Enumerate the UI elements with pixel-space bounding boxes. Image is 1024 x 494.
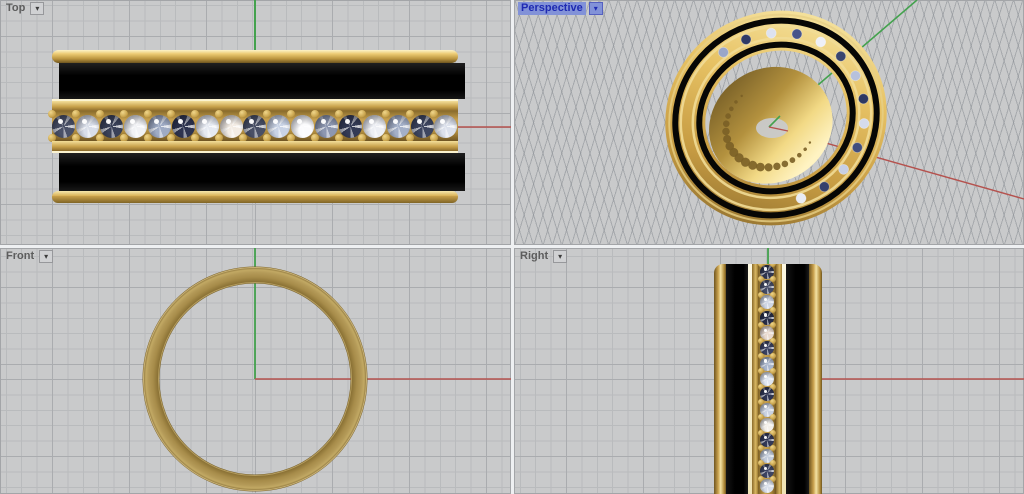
- viewport-menu-dropdown[interactable]: ▾: [39, 250, 53, 263]
- gold-bead: [287, 110, 295, 118]
- cad-four-viewport-window: Top ▾: [0, 0, 1024, 494]
- chevron-down-icon: ▾: [558, 250, 562, 263]
- black-enamel-band: [726, 264, 748, 494]
- gold-bead: [263, 110, 271, 118]
- diamond-row: [52, 111, 458, 141]
- diamond-gem: [315, 115, 338, 138]
- viewport-title-label[interactable]: Right: [518, 250, 550, 263]
- gold-rim-band: [52, 191, 458, 203]
- viewport-menu-dropdown[interactable]: ▾: [30, 2, 44, 15]
- perspective-scene: [514, 0, 1024, 245]
- diamond-gem: [411, 115, 434, 138]
- diamond-gem: [434, 115, 457, 138]
- diamond-gem: [291, 115, 314, 138]
- diamond-column: [758, 264, 776, 494]
- gold-bead: [215, 110, 223, 118]
- black-enamel-band: [59, 63, 465, 99]
- diamond-gem: [387, 115, 410, 138]
- chevron-down-icon: ▾: [35, 2, 39, 15]
- gold-bead: [72, 110, 80, 118]
- gold-bead: [120, 110, 128, 118]
- diamond-gem: [76, 115, 99, 138]
- gold-bead: [406, 110, 414, 118]
- viewport-menu-dropdown[interactable]: ▾: [553, 250, 567, 263]
- viewport-top[interactable]: Top ▾: [0, 0, 511, 245]
- viewport-front[interactable]: Front ▾: [0, 248, 511, 494]
- viewport-title-label[interactable]: Top: [4, 2, 27, 15]
- black-enamel-band: [59, 153, 465, 191]
- diamond-gem: [196, 115, 219, 138]
- gold-rim-band: [714, 264, 726, 494]
- diamond-gem: [52, 115, 75, 138]
- viewport-title-right[interactable]: Right ▾: [518, 250, 567, 263]
- viewport-menu-dropdown[interactable]: ▾: [589, 2, 603, 15]
- gold-rim-band: [809, 264, 822, 494]
- gold-band: [52, 101, 458, 111]
- gold-bead: [430, 110, 438, 118]
- diamond-gem: [124, 115, 147, 138]
- gold-bead: [358, 110, 366, 118]
- gold-rim-band: [52, 50, 458, 63]
- diamond-gem: [220, 115, 243, 138]
- ring-top-view: [52, 50, 458, 203]
- viewport-title-label[interactable]: Perspective: [518, 2, 586, 15]
- gold-bead: [239, 110, 247, 118]
- gold-bead: [48, 110, 56, 118]
- front-view-scene: [0, 248, 511, 494]
- viewport-title-front[interactable]: Front ▾: [4, 250, 53, 263]
- viewport-title-top[interactable]: Top ▾: [4, 2, 44, 15]
- diamond-gem: [243, 115, 266, 138]
- gold-bead: [335, 110, 343, 118]
- diamond-gem: [100, 115, 123, 138]
- viewport-perspective[interactable]: Perspective ▾: [514, 0, 1024, 245]
- gold-bead: [191, 110, 199, 118]
- chevron-down-icon: ▾: [44, 250, 48, 263]
- gold-band: [52, 141, 458, 151]
- diamond-gem: [760, 479, 774, 493]
- ring-right-view: [714, 264, 822, 494]
- gold-bead: [144, 110, 152, 118]
- gold-bead: [167, 110, 175, 118]
- gold-bead: [96, 110, 104, 118]
- stone-cell: [434, 111, 458, 141]
- diamond-gem: [267, 115, 290, 138]
- gold-bead: [311, 110, 319, 118]
- gold-bead: [382, 110, 390, 118]
- viewport-title-label[interactable]: Front: [4, 250, 36, 263]
- black-enamel-band: [786, 264, 809, 494]
- viewport-right[interactable]: Right ▾: [514, 248, 1024, 494]
- viewport-title-perspective[interactable]: Perspective ▾: [518, 2, 603, 15]
- stone-cell: [758, 479, 776, 494]
- chevron-down-icon: ▾: [594, 2, 598, 15]
